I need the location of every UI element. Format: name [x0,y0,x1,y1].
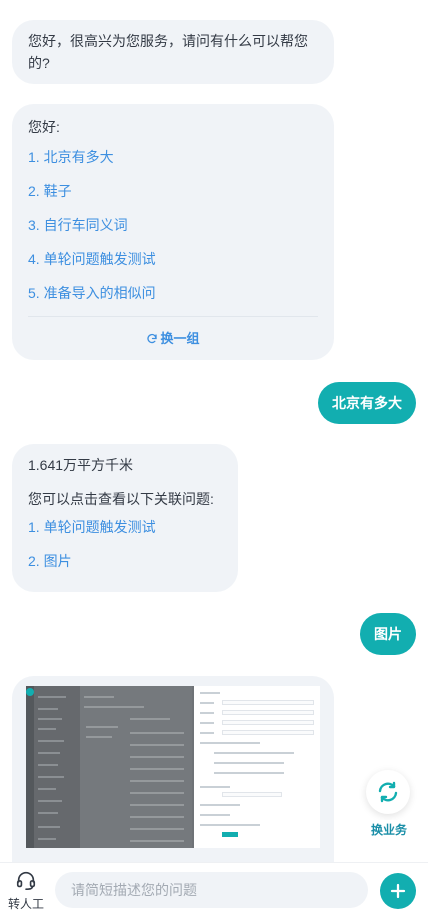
user-message-text: 图片 [374,626,402,642]
switch-business-button[interactable]: 换业务 [360,770,418,840]
greeting-text: 您好，很高兴为您服务，请问有什么可以帮您的? [28,33,308,71]
bot-menu-bubble: 您好: 1. 北京有多大 2. 鞋子 3. 自行车同义词 4. 单轮问题触发测试… [12,104,334,360]
user-message-text: 北京有多大 [332,395,402,411]
menu-intro: 您好: [28,119,60,135]
transfer-agent-label: 转人工 [7,897,44,911]
answer-text: 1.641万平方千米 [28,457,134,473]
refresh-group-button[interactable]: 换一组 [12,328,334,350]
menu-question-2[interactable]: 2. 鞋子 [28,180,318,214]
switch-business-label: 换业务 [360,820,418,840]
user-message-bubble: 图片 [360,613,416,655]
transfer-agent-button[interactable]: 转人工 [6,869,46,911]
menu-question-5[interactable]: 5. 准备导入的相似问 [28,282,318,316]
image-sidebar [34,686,80,848]
question-input[interactable] [55,872,368,908]
related-question-1[interactable]: 1. 单轮问题触发测试 [28,516,222,550]
plus-icon [390,883,406,899]
swap-refresh-icon [378,781,398,803]
image-submit-button [222,832,238,837]
menu-question-3[interactable]: 3. 自行车同义词 [28,214,318,248]
related-question-2[interactable]: 2. 图片 [28,550,222,584]
screenshot-image[interactable] [26,686,320,848]
image-nav-rail [26,686,34,848]
bot-answer-bubble: 1.641万平方千米 您可以点击查看以下关联问题: 1. 单轮问题触发测试 2.… [12,444,238,592]
chat-area: 您好，很高兴为您服务，请问有什么可以帮您的? 您好: 1. 北京有多大 2. 鞋… [0,0,428,862]
bottom-bar: 转人工 [0,862,428,914]
bot-image-bubble [12,676,334,862]
image-list-area [80,686,192,848]
user-message-bubble: 北京有多大 [318,382,416,424]
add-button[interactable] [380,873,416,909]
refresh-icon [147,333,158,344]
headset-icon [16,871,36,890]
related-intro: 您可以点击查看以下关联问题: [28,491,214,507]
refresh-label: 换一组 [160,331,200,346]
menu-question-1[interactable]: 1. 北京有多大 [28,146,318,180]
image-logo [26,688,34,696]
menu-divider [28,316,318,317]
bot-greeting-bubble: 您好，很高兴为您服务，请问有什么可以帮您的? [12,20,334,84]
menu-question-4[interactable]: 4. 单轮问题触发测试 [28,248,318,282]
